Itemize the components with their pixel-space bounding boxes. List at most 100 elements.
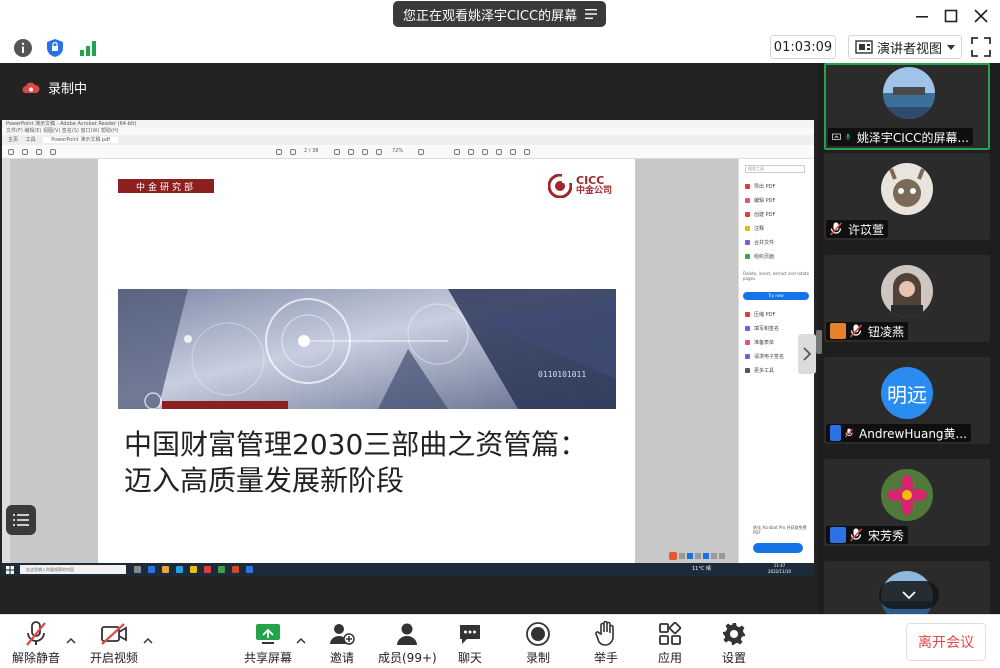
comment-icon <box>454 149 460 155</box>
collapse-panel-button[interactable] <box>798 334 816 374</box>
participant-name-label: 许苡萱 <box>826 220 889 238</box>
taskbar-app-icon <box>232 566 239 573</box>
fullscreen-icon[interactable] <box>970 36 992 58</box>
zoom-in-icon <box>376 149 382 155</box>
recording-indicator: 录制中 <box>22 78 87 97</box>
participant-name-label: 钮凌燕 <box>826 322 909 340</box>
page-nav: 2 / 38 <box>304 148 319 154</box>
tool-item: 组织页面 <box>745 253 774 260</box>
acrobat-title-bar: PowerPoint 演示文稿 - Adobe Acrobat Reader (… <box>2 120 814 128</box>
add-user-icon <box>328 621 356 647</box>
settings-button[interactable]: 设置 <box>720 621 748 666</box>
members-button[interactable]: 成员(99+) <box>378 621 437 666</box>
windows-start-icon <box>6 566 14 574</box>
share-banner[interactable]: 您正在观看姚泽宇CICC的屏幕 <box>393 1 606 27</box>
record-icon <box>524 621 552 647</box>
star-icon <box>22 149 28 155</box>
tool-description: Delete, insert, extract and rotate pages… <box>743 271 809 281</box>
screen-share-icon <box>832 133 841 140</box>
chevron-down-icon <box>947 45 955 50</box>
apps-button[interactable]: 应用 <box>656 621 684 666</box>
list-icon <box>13 514 29 526</box>
shield-icon[interactable] <box>44 37 66 59</box>
cohost-badge-icon <box>830 527 846 543</box>
mic-muted-icon <box>844 428 854 438</box>
taskbar-app-icon <box>176 566 183 573</box>
info-icon[interactable] <box>12 37 34 59</box>
participant-strip: 姚泽宇CICC的屏幕... 许苡萱 钮凌燕 明远 AndrewHuang黄... <box>818 63 1000 614</box>
menu-icon[interactable] <box>584 7 598 21</box>
print-icon <box>36 149 42 155</box>
fit-icon <box>418 149 424 155</box>
tool-item: 注释 <box>745 225 764 232</box>
signal-icon[interactable] <box>77 37 99 59</box>
slide-title-line2: 迈入高质量发展新阶段 <box>124 464 405 497</box>
participant-tile[interactable]: 明远 AndrewHuang黄... <box>824 357 990 444</box>
tool-item: 填写和签名 <box>745 325 779 332</box>
share-screen-button[interactable]: 共享屏幕 <box>244 621 292 666</box>
delete-icon <box>510 149 516 155</box>
acrobat-tab: PowerPoint 演示文稿.pdf <box>43 137 119 143</box>
logo-en: CICC <box>576 174 605 187</box>
zoom-level: 72% <box>392 148 404 154</box>
taskbar-app-icon <box>246 566 253 573</box>
chevron-up-icon[interactable] <box>143 637 153 645</box>
chevron-down-icon <box>902 591 916 600</box>
minimize-icon[interactable] <box>912 6 932 26</box>
leave-meeting-button[interactable]: 离开会议 <box>906 623 986 661</box>
tool-item: 压缩 PDF <box>745 311 775 318</box>
chat-button[interactable]: 聊天 <box>456 621 484 666</box>
chevron-up-icon[interactable] <box>296 637 306 645</box>
down-arrow-icon <box>290 149 296 155</box>
svg-text:0110101011: 0110101011 <box>538 370 586 379</box>
title-bar: 您正在观看姚泽宇CICC的屏幕 <box>0 0 1000 32</box>
chat-icon <box>456 621 484 647</box>
tools-search: 搜索工具 <box>745 165 805 173</box>
chevron-up-icon[interactable] <box>66 637 76 645</box>
avatar <box>881 469 933 521</box>
invite-button[interactable]: 邀请 <box>328 621 356 666</box>
floating-mini-toolbar <box>669 552 725 560</box>
highlight-icon <box>468 149 474 155</box>
meeting-controls-bar: 解除静音 开启视频 共享屏幕 邀请 成员(99+) 聊天 录制 举手 应用 设置… <box>0 614 1000 668</box>
avatar <box>881 265 933 317</box>
city-banner-image: 0110101011 <box>118 289 616 409</box>
acrobat-pro-promo: 转化 Acrobat Pro 并获取免费 PDF <box>753 525 807 535</box>
share-banner-text: 您正在观看姚泽宇CICC的屏幕 <box>403 8 578 24</box>
raise-hand-button[interactable]: 举手 <box>592 621 620 666</box>
slide-title-line1: 中国财富管理2030三部曲之资管篇： <box>124 428 588 461</box>
department-label: 中金研究部 <box>118 179 214 193</box>
strip-resize-handle[interactable] <box>816 330 822 354</box>
participant-tile[interactable]: 姚泽宇CICC的屏幕... <box>824 63 990 150</box>
participant-tile[interactable]: 宋芳秀 <box>824 459 990 546</box>
taskbar-clock: 11:47 2022/11/10 <box>768 563 792 574</box>
participant-tile[interactable]: 钮凌燕 <box>824 255 990 342</box>
list-toggle-button[interactable] <box>6 505 36 535</box>
pdf-page: 中金研究部 CICC 中金公司 0110101011 中国财富管理2030三部曲… <box>98 159 725 563</box>
record-button[interactable]: 录制 <box>524 621 552 666</box>
recording-label: 录制中 <box>48 82 88 97</box>
cicc-logo-icon <box>548 174 572 198</box>
draw-icon <box>482 149 488 155</box>
scroll-down-button[interactable] <box>879 581 939 609</box>
mic-on-icon <box>845 133 851 141</box>
tool-item: 创建 PDF <box>745 211 775 218</box>
maximize-icon[interactable] <box>941 6 961 26</box>
avatar: 明远 <box>881 367 933 419</box>
mic-muted-icon <box>22 621 50 647</box>
close-icon[interactable] <box>971 6 991 26</box>
participant-tile[interactable]: 许苡萱 <box>824 153 990 240</box>
promo-button <box>753 543 803 553</box>
unmute-button[interactable]: 解除静音 <box>12 621 60 666</box>
host-badge-icon <box>830 323 846 339</box>
tool-item: 编辑 PDF <box>745 197 775 204</box>
acrobat-tab: 工具 <box>25 137 36 143</box>
link-icon <box>524 149 530 155</box>
cohost-badge-icon <box>830 425 841 441</box>
avatar <box>883 67 935 119</box>
view-mode-button[interactable]: 演讲者视图 <box>848 35 962 59</box>
start-video-button[interactable]: 开启视频 <box>90 621 138 666</box>
taskbar-weather: 11°C 晴 <box>692 566 711 572</box>
zoom-out-icon <box>362 149 368 155</box>
acrobat-toolbar: 2 / 38 72% <box>2 145 814 159</box>
